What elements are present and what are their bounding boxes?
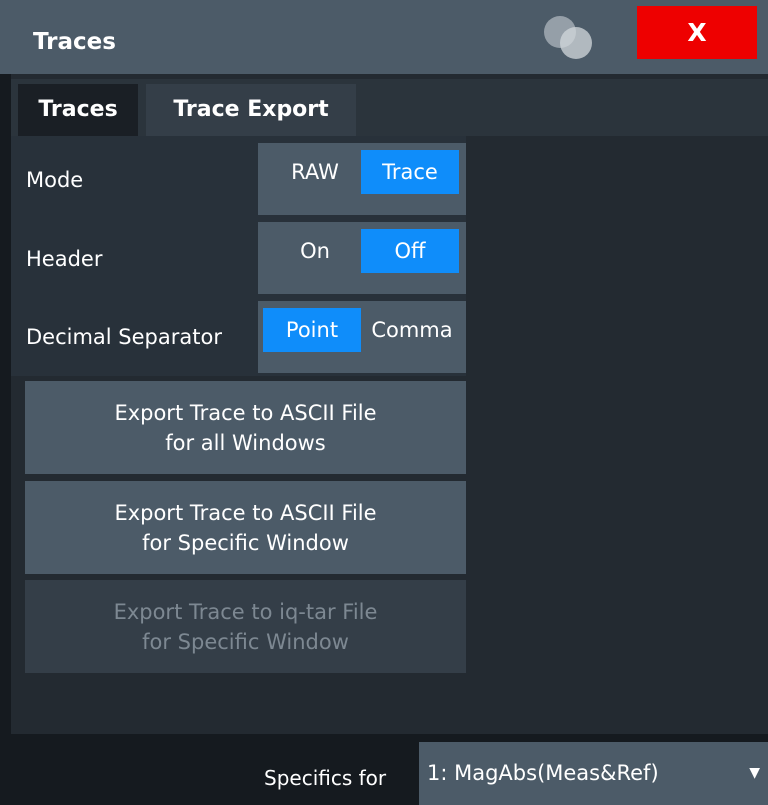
export-ascii-all-windows-button[interactable]: Export Trace to ASCII File for all Windo… bbox=[25, 381, 466, 474]
header-label: Header bbox=[26, 247, 103, 271]
tab-trace-export[interactable]: Trace Export bbox=[146, 84, 356, 136]
decimal-separator-toggle-group: Point Comma bbox=[258, 301, 466, 373]
mode-option-trace[interactable]: Trace bbox=[361, 150, 459, 194]
export-ascii-specific-line1: Export Trace to ASCII File bbox=[114, 500, 377, 525]
export-ascii-specific-window-button[interactable]: Export Trace to ASCII File for Specific … bbox=[25, 481, 466, 574]
export-iqtar-line1: Export Trace to iq-tar File bbox=[113, 599, 378, 624]
specifics-dropdown[interactable]: 1: MagAbs(Meas&Ref) ▼ bbox=[419, 742, 768, 805]
header-toggle-group: On Off bbox=[258, 222, 466, 294]
export-ascii-all-line2: for all Windows bbox=[165, 430, 326, 455]
export-iqtar-line2: for Specific Window bbox=[142, 629, 349, 654]
left-border bbox=[0, 74, 11, 805]
chevron-down-icon: ▼ bbox=[749, 765, 760, 781]
specifics-selected-value: 1: MagAbs(Meas&Ref) bbox=[427, 761, 659, 785]
decimal-option-comma[interactable]: Comma bbox=[363, 308, 461, 352]
decimal-separator-label: Decimal Separator bbox=[26, 325, 222, 349]
export-iqtar-specific-window-button: Export Trace to iq-tar File for Specific… bbox=[25, 580, 466, 673]
mode-option-raw[interactable]: RAW bbox=[280, 150, 350, 194]
tab-traces[interactable]: Traces bbox=[18, 84, 138, 136]
mode-toggle-group: RAW Trace bbox=[258, 143, 466, 215]
header-option-off[interactable]: Off bbox=[361, 229, 459, 273]
mode-label: Mode bbox=[26, 168, 84, 192]
header-option-on[interactable]: On bbox=[280, 229, 350, 273]
tab-bar: Traces Trace Export bbox=[11, 79, 768, 136]
specifics-label: Specifics for bbox=[264, 766, 387, 790]
dialog-title: Traces bbox=[33, 29, 116, 55]
title-bar: Traces X bbox=[0, 0, 768, 74]
close-button[interactable]: X bbox=[637, 6, 757, 59]
decimal-option-point[interactable]: Point bbox=[263, 308, 361, 352]
export-ascii-specific-line2: for Specific Window bbox=[142, 530, 349, 555]
traces-dialog: Traces X Traces Trace Export Mode RAW Tr… bbox=[0, 0, 768, 805]
export-ascii-all-line1: Export Trace to ASCII File bbox=[114, 400, 377, 425]
app-logo-icon bbox=[544, 16, 592, 59]
